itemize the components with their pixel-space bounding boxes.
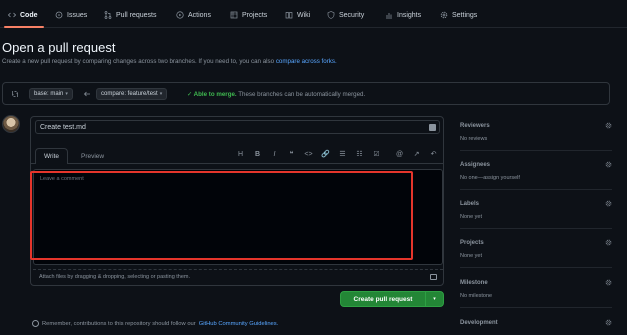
tab-wiki-label: Wiki (297, 11, 311, 19)
issue-icon (55, 11, 63, 19)
milestone-heading[interactable]: Milestone (460, 280, 488, 286)
merge-message: These branches can be automatically merg… (238, 91, 366, 98)
milestone-value: No milestone (460, 293, 493, 299)
info-icon (32, 320, 39, 327)
contribution-note: Remember, contributions to this reposito… (32, 320, 278, 327)
quote-icon[interactable]: ❝ (287, 150, 296, 158)
image-icon (430, 274, 437, 280)
tab-code[interactable]: Code (8, 9, 38, 21)
chevron-down-icon[interactable]: ▾ (425, 292, 443, 306)
merge-ok-text: ✓ Able to merge. (187, 91, 237, 98)
graph-icon (385, 11, 393, 19)
tab-actions-label: Actions (188, 11, 211, 19)
table-icon (230, 11, 238, 19)
labels-heading[interactable]: Labels (460, 201, 479, 207)
tab-pull-requests-label: Pull requests (116, 11, 157, 19)
reviewers-value: No reviews (460, 136, 488, 142)
heading-icon[interactable]: H (236, 151, 245, 158)
tab-insights[interactable]: Insights (385, 9, 421, 21)
task-list-icon[interactable]: ☑ (372, 150, 381, 158)
merge-status: ✓ Able to merge. These branches can be a… (187, 91, 365, 98)
community-guidelines-link[interactable]: GitHub Community Guidelines. (199, 321, 279, 327)
pull-request-icon (104, 11, 112, 19)
tab-security[interactable]: Security (327, 9, 364, 21)
divider (460, 150, 612, 151)
repo-nav: Code Issues Pull requests Actions Projec… (0, 0, 627, 28)
assignees-value[interactable]: No one—assign yourself (460, 175, 520, 181)
compare-across-forks-link[interactable]: compare across forks. (276, 58, 337, 65)
tab-actions[interactable]: Actions (176, 9, 211, 21)
tab-security-label: Security (339, 11, 365, 19)
active-tab-underline (4, 26, 44, 28)
compare-icon (11, 90, 19, 98)
page-subtitle: Create a new pull request by comparing c… (2, 58, 337, 65)
reference-icon[interactable]: ↗ (412, 150, 421, 158)
title-input[interactable]: Create test.md (35, 120, 440, 134)
labels-value: None yet (460, 214, 483, 220)
tab-settings-label: Settings (452, 11, 478, 19)
gear-icon[interactable] (605, 279, 612, 286)
play-icon (176, 11, 184, 19)
projects-heading[interactable]: Projects (460, 240, 484, 246)
chevron-down-icon: ▾ (65, 91, 68, 97)
code-icon (8, 11, 16, 19)
page-title: Open a pull request (2, 40, 116, 55)
projects-value: None yet (460, 253, 483, 259)
divider (460, 189, 612, 190)
tab-issues-label: Issues (67, 11, 88, 19)
gear-icon[interactable] (605, 239, 612, 246)
code-icon[interactable]: <> (304, 151, 313, 158)
create-pull-request-button[interactable]: Create pull request ▾ (340, 291, 444, 307)
branch-compare-bar: base: main ▾ compare: feature/test ▾ ✓ A… (2, 82, 610, 105)
compare-branch-label: compare: feature/test (101, 91, 158, 97)
divider (460, 267, 612, 268)
development-heading[interactable]: Development (460, 320, 498, 326)
title-input-value: Create test.md (40, 123, 86, 131)
gear-icon[interactable] (605, 161, 612, 168)
chevron-down-icon: ▾ (159, 91, 163, 97)
base-branch-select[interactable]: base: main ▾ (29, 88, 73, 100)
tab-code-label: Code (20, 11, 38, 19)
attach-files-text: Attach files by dragging & dropping, sel… (39, 273, 191, 280)
tab-issues[interactable]: Issues (55, 9, 87, 21)
markdown-toolbar: H B I ❝ <> 🔗 ☰ ☷ ☑ @ ↗ ↶ (236, 148, 438, 160)
page-subtitle-text: Create a new pull request by comparing c… (2, 58, 275, 65)
book-icon (285, 11, 293, 19)
link-icon[interactable]: 🔗 (321, 150, 330, 158)
bulleted-list-icon[interactable]: ☰ (338, 150, 347, 158)
tab-settings[interactable]: Settings (440, 9, 477, 21)
gear-icon[interactable] (605, 200, 612, 207)
numbered-list-icon[interactable]: ☷ (355, 150, 364, 158)
bold-icon[interactable]: B (253, 151, 262, 158)
editor-tabs: Write Preview H B I ❝ <> 🔗 ☰ ☷ ☑ @ ↗ ↶ (31, 144, 443, 164)
tab-pull-requests[interactable]: Pull requests (104, 9, 156, 21)
tab-wiki[interactable]: Wiki (285, 9, 310, 21)
italic-icon[interactable]: I (270, 151, 279, 158)
shield-icon (327, 11, 335, 19)
tab-write[interactable]: Write (35, 148, 69, 164)
contribution-note-text: Remember, contributions to this reposito… (42, 320, 196, 327)
create-pull-request-label: Create pull request (353, 295, 413, 303)
assignees-heading[interactable]: Assignees (460, 162, 490, 168)
saved-replies-icon[interactable] (429, 124, 436, 131)
compare-branch-select[interactable]: compare: feature/test ▾ (96, 88, 168, 100)
highlight-box (30, 171, 413, 260)
undo-icon[interactable]: ↶ (429, 150, 438, 158)
mention-icon[interactable]: @ (395, 151, 404, 158)
tab-projects[interactable]: Projects (230, 9, 267, 21)
divider (460, 228, 612, 229)
gear-icon[interactable] (605, 319, 612, 326)
avatar[interactable] (2, 115, 20, 133)
divider (460, 307, 612, 308)
gear-icon[interactable] (605, 122, 612, 129)
base-branch-label: base: main (34, 91, 64, 97)
attach-files-bar[interactable]: Attach files by dragging & dropping, sel… (33, 269, 443, 283)
reviewers-heading[interactable]: Reviewers (460, 123, 490, 129)
arrow-left-icon (83, 90, 91, 98)
tab-insights-label: Insights (397, 11, 422, 19)
tab-projects-label: Projects (242, 11, 268, 19)
tab-preview[interactable]: Preview (73, 148, 112, 164)
gear-icon (440, 11, 448, 19)
